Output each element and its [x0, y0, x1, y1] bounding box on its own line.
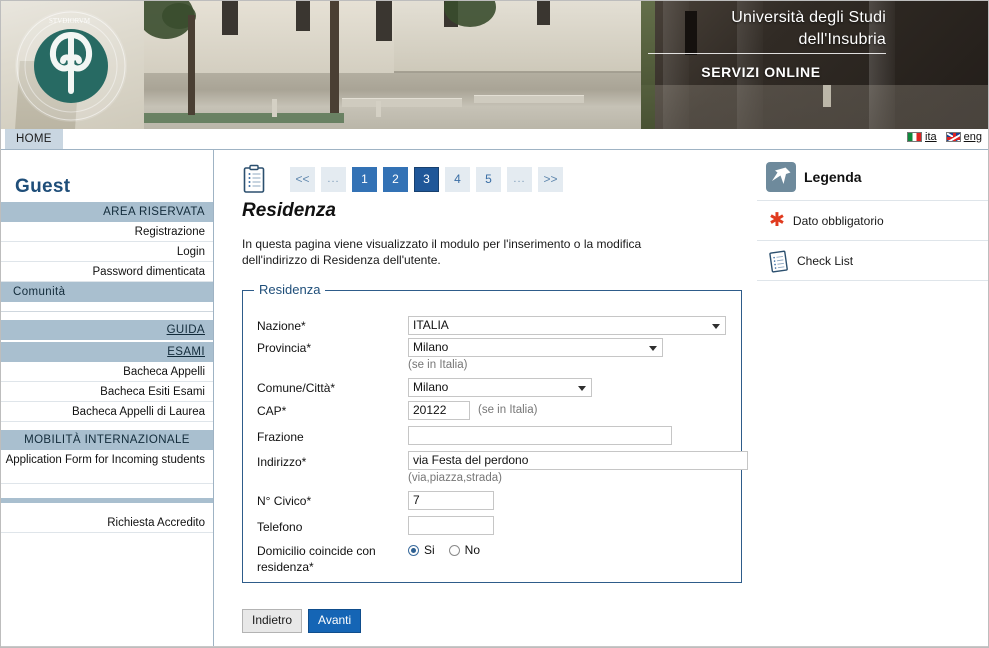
hint-provincia: (se in Italia)	[408, 359, 468, 371]
sidebar-item-login[interactable]: Login	[1, 242, 213, 262]
checklist-clipboard-icon[interactable]	[242, 164, 268, 194]
select-nazione[interactable]: ITALIA	[408, 316, 726, 335]
select-comune[interactable]: Milano	[408, 378, 592, 397]
chevron-down-icon	[578, 386, 586, 391]
label-nazione: Nazione*	[257, 319, 306, 333]
label-frazione: Frazione	[257, 430, 304, 444]
sidebar-item-password-dimenticata[interactable]: Password dimenticata	[1, 262, 213, 282]
select-nazione-value: ITALIA	[413, 318, 449, 332]
residenza-fieldset: Residenza Nazione* ITALIA Provincia* Mil…	[242, 282, 748, 583]
language-label-eng: eng	[963, 131, 982, 143]
pager-page-5[interactable]: 5	[476, 166, 501, 192]
svg-text:STVDIORVM: STVDIORVM	[49, 17, 91, 25]
label-indirizzo: Indirizzo*	[257, 455, 307, 469]
university-name: Università degli Studi dell'Insubria	[636, 7, 886, 51]
red-asterisk-icon: ✱	[769, 209, 785, 231]
legend-row-required: ✱ Dato obbligatorio	[757, 201, 988, 241]
radio-domicilio-si-label[interactable]: Si	[424, 543, 435, 557]
pushpin-icon	[766, 162, 796, 192]
pager-ellipsis-right[interactable]: ...	[507, 166, 532, 192]
select-provincia[interactable]: Milano	[408, 338, 663, 357]
input-frazione[interactable]	[408, 426, 672, 445]
hint-indirizzo: (via,piazza,strada)	[408, 472, 502, 484]
insubria-seal-icon: STVDIORVM	[9, 7, 133, 125]
label-comune: Comune/Città*	[257, 381, 336, 395]
site-banner: STVDIORVM Università degli Studi dell'In…	[1, 1, 988, 129]
sidebar-heading-mobilita-internazionale[interactable]: MOBILITÀ INTERNAZIONALE	[1, 430, 213, 450]
input-telefono[interactable]	[408, 516, 494, 535]
sidebar-heading-guida[interactable]: GUIDA	[1, 320, 213, 340]
radio-domicilio-no-label[interactable]: No	[465, 543, 480, 557]
sidebar-item-registrazione[interactable]: Registrazione	[1, 222, 213, 242]
sidebar-item-bacheca-esiti-esami[interactable]: Bacheca Esiti Esami	[1, 382, 213, 402]
university-name-line1: Università degli Studi	[731, 9, 886, 26]
label-provincia: Provincia*	[257, 341, 312, 355]
banner-photo-left: STVDIORVM	[1, 1, 144, 129]
radio-domicilio-si[interactable]	[408, 544, 419, 556]
chevron-down-icon	[712, 324, 720, 329]
legend-title: Legenda	[804, 169, 862, 185]
label-cap: CAP*	[257, 404, 287, 418]
sidebar-heading-comunita[interactable]: Comunità	[1, 282, 213, 302]
browser-page: STVDIORVM Università degli Studi dell'In…	[0, 0, 989, 648]
pager-page-2[interactable]: 2	[383, 166, 408, 192]
header-divider	[648, 53, 886, 54]
select-comune-value: Milano	[413, 380, 449, 394]
sidebar-item-application-form[interactable]: Application Form for Incoming students	[1, 450, 213, 484]
university-name-line2: dell'Insubria	[798, 31, 886, 48]
step-pager: << ... 1 2 3 4 5 ... >>	[214, 150, 757, 198]
main-content: << ... 1 2 3 4 5 ... >> Residenza In que…	[214, 150, 757, 647]
language-switcher: ita eng	[907, 131, 982, 143]
input-indirizzo[interactable]: via Festa del perdono	[408, 451, 748, 470]
back-button[interactable]: Indietro	[242, 609, 303, 633]
select-provincia-value: Milano	[413, 340, 449, 354]
input-cap[interactable]: 20122	[408, 401, 470, 420]
service-label: SERVIZI ONLINE	[701, 64, 821, 80]
pager-ellipsis-left[interactable]: ...	[321, 166, 346, 192]
input-civico[interactable]: 7	[408, 491, 494, 510]
label-civico: N° Civico*	[257, 494, 312, 508]
label-domicilio: Domicilio coincide con residenza*	[257, 544, 376, 574]
user-label: Guest	[15, 176, 71, 197]
hint-cap: (se in Italia)	[478, 404, 538, 416]
language-option-ita[interactable]: ita	[907, 131, 937, 143]
pager-last[interactable]: >>	[538, 166, 563, 192]
legend-label-required: Dato obbligatorio	[792, 213, 884, 228]
pager-page-1[interactable]: 1	[352, 166, 377, 192]
left-sidebar: Guest AREA RISERVATA Registrazione Login…	[1, 150, 214, 647]
sidebar-item-bacheca-appelli[interactable]: Bacheca Appelli	[1, 362, 213, 382]
sidebar-heading-esami[interactable]: ESAMI	[1, 342, 213, 362]
banner-photo-center	[144, 1, 641, 129]
pager-page-3[interactable]: 3	[414, 166, 439, 192]
page-description: In questa pagina viene visualizzato il m…	[242, 237, 642, 267]
label-telefono: Telefono	[257, 520, 303, 534]
page-title: Residenza	[242, 200, 336, 221]
form-actions: Indietro Avanti	[242, 609, 362, 633]
legend-header: Legenda	[757, 150, 988, 201]
legend-panel: Legenda ✱ Dato obbligatorio Check List	[757, 150, 988, 647]
pager-page-4[interactable]: 4	[445, 166, 470, 192]
radio-group-domicilio: Si No	[408, 543, 480, 557]
fieldset-legend: Residenza	[254, 282, 326, 297]
home-tab[interactable]: HOME	[5, 129, 63, 149]
flag-uk-icon	[945, 132, 961, 142]
sidebar-heading-area-riservata[interactable]: AREA RISERVATA	[1, 202, 213, 222]
sidebar-item-richiesta-accredito[interactable]: Richiesta Accredito	[1, 513, 213, 533]
menu-bar: HOME ita eng	[1, 129, 988, 150]
next-button[interactable]: Avanti	[308, 609, 362, 633]
legend-row-checklist: Check List	[757, 241, 988, 281]
checklist-clipboard-icon	[769, 249, 789, 273]
radio-domicilio-no[interactable]	[448, 544, 460, 556]
language-label-ita: ita	[925, 131, 937, 143]
flag-italy-icon	[907, 132, 923, 142]
pager-first[interactable]: <<	[290, 166, 315, 192]
sidebar-item-bacheca-appelli-laurea[interactable]: Bacheca Appelli di Laurea	[1, 402, 213, 422]
legend-label-checklist: Check List	[797, 253, 854, 268]
sidebar-spacer	[1, 302, 213, 311]
language-option-eng[interactable]: eng	[945, 131, 982, 143]
chevron-down-icon	[649, 346, 657, 351]
page-body: Guest AREA RISERVATA Registrazione Login…	[1, 150, 988, 647]
